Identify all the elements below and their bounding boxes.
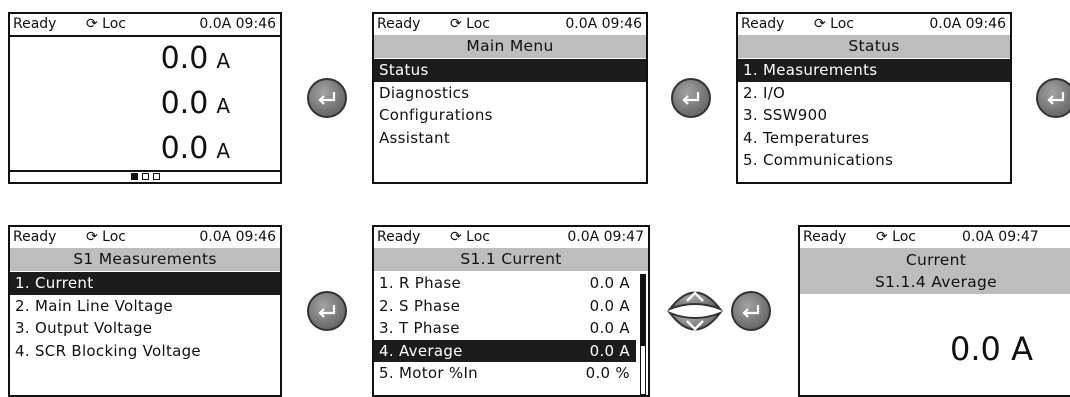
- status-ready: Ready: [13, 229, 57, 245]
- screen-average-detail: Ready ⟳ Loc 0.0A 09:47 Current S1.1.4 Av…: [798, 225, 1070, 397]
- status-current-time: 0.0A 09:46: [565, 16, 642, 32]
- current-value-1: 0.0 A: [160, 41, 230, 76]
- status-bar: Ready ⟳ Loc 0.0A 09:46: [10, 227, 280, 250]
- enter-button[interactable]: [671, 78, 711, 118]
- menu-item-status[interactable]: Status: [374, 59, 646, 82]
- enter-icon: [1047, 92, 1065, 105]
- menu-item-communications[interactable]: 5. Communications: [738, 149, 1010, 172]
- status-current-time: 0.0A 09:47: [962, 229, 1039, 245]
- status-bar: Ready ⟳ Loc 0.0A 09:47: [374, 227, 648, 250]
- status-loc: ⟳ Loc: [450, 229, 490, 245]
- screen-title: Status: [738, 35, 1010, 58]
- menu-item-main-line-voltage[interactable]: 2. Main Line Voltage: [10, 295, 280, 318]
- screen-title: S1.1 Current: [374, 248, 648, 271]
- status-ready: Ready: [741, 16, 785, 32]
- status-current-time: 0.0A 09:46: [929, 16, 1006, 32]
- menu-list: Status Diagnostics Configurations Assist…: [374, 59, 646, 149]
- screen-title: Current: [905, 251, 967, 269]
- status-ready: Ready: [377, 16, 421, 32]
- r-phase-value: 0.0 A: [589, 274, 630, 292]
- enter-button[interactable]: [731, 291, 771, 331]
- scrollbar-thumb[interactable]: [641, 275, 645, 347]
- enter-icon: [682, 92, 700, 105]
- screen-s1-1-current: Ready ⟳ Loc 0.0A 09:47 S1.1 Current 1. R…: [372, 225, 650, 397]
- menu-item-t-phase[interactable]: 3. T Phase 0.0 A: [374, 317, 636, 340]
- menu-item-temperatures[interactable]: 4. Temperatures: [738, 127, 1010, 150]
- menu-item-motor-in[interactable]: 5. Motor %In 0.0 %: [374, 362, 636, 385]
- status-ready: Ready: [13, 16, 57, 32]
- enter-button[interactable]: [1036, 78, 1070, 118]
- status-ready: Ready: [377, 229, 421, 245]
- status-bar: Ready ⟳ Loc 0.0A 09:46: [10, 14, 280, 37]
- up-down-button[interactable]: [666, 282, 724, 340]
- menu-item-current[interactable]: 1. Current: [10, 272, 280, 295]
- t-phase-value: 0.0 A: [589, 319, 630, 337]
- enter-button[interactable]: [307, 291, 347, 331]
- screen-subtitle: S1.1.4 Average: [874, 273, 998, 291]
- screen-s1-measurements: Ready ⟳ Loc 0.0A 09:46 S1 Measurements 1…: [8, 225, 282, 397]
- menu-list: 1. Measurements 2. I/O 3. SSW900 4. Temp…: [738, 59, 1010, 172]
- menu-item-scr-blocking-voltage[interactable]: 4. SCR Blocking Voltage: [10, 340, 280, 363]
- menu-item-s-phase[interactable]: 2. S Phase 0.0 A: [374, 295, 636, 318]
- average-value: 0.0 A: [589, 341, 630, 360]
- status-bar: Ready ⟳ Loc 0.0A 09:46: [374, 14, 646, 37]
- menu-item-output-voltage[interactable]: 3. Output Voltage: [10, 317, 280, 340]
- status-loc: ⟳ Loc: [450, 16, 490, 32]
- menu-item-average[interactable]: 4. Average 0.0 A: [374, 339, 636, 362]
- status-current-time: 0.0A 09:47: [567, 229, 644, 245]
- s-phase-value: 0.0 A: [589, 296, 630, 315]
- menu-item-measurements[interactable]: 1. Measurements: [738, 59, 1010, 82]
- menu-item-ssw900[interactable]: 3. SSW900: [738, 104, 1010, 127]
- status-bar: Ready ⟳ Loc 0.0A 09:47: [800, 227, 1070, 250]
- enter-icon: [742, 305, 760, 318]
- scrollbar[interactable]: [640, 274, 646, 395]
- menu-item-r-phase[interactable]: 1. R Phase 0.0 A: [374, 272, 636, 295]
- status-current-time: 0.0A 09:46: [199, 229, 276, 245]
- enter-icon: [318, 92, 336, 105]
- up-down-arrows-icon: [667, 291, 723, 331]
- motor-in-value: 0.0 %: [585, 364, 630, 382]
- enter-button[interactable]: [307, 78, 347, 118]
- current-value-2: 0.0 A: [160, 86, 230, 121]
- status-loc: ⟳ Loc: [876, 229, 916, 245]
- status-loc: ⟳ Loc: [86, 16, 126, 32]
- page-dot-active: [131, 173, 138, 180]
- menu-list: 1. Current 2. Main Line Voltage 3. Outpu…: [10, 272, 280, 362]
- status-ready: Ready: [803, 229, 847, 245]
- screen-status: Ready ⟳ Loc 0.0A 09:46 Status 1. Measure…: [736, 12, 1012, 184]
- status-loc: ⟳ Loc: [86, 229, 126, 245]
- menu-item-assistant[interactable]: Assistant: [374, 127, 646, 150]
- menu-item-io[interactable]: 2. I/O: [738, 82, 1010, 105]
- enter-icon: [318, 305, 336, 318]
- page-dot: [153, 173, 160, 180]
- screen-title: Main Menu: [374, 35, 646, 58]
- status-current-time: 0.0A 09:46: [199, 16, 276, 32]
- status-bar: Ready ⟳ Loc 0.0A 09:46: [738, 14, 1010, 37]
- screen-home: Ready ⟳ Loc 0.0A 09:46 0.0 A 0.0 A 0.0 A: [8, 12, 282, 184]
- screen-main-menu: Ready ⟳ Loc 0.0A 09:46 Main Menu Status …: [372, 12, 648, 184]
- menu-item-diagnostics[interactable]: Diagnostics: [374, 82, 646, 105]
- page-dot: [142, 173, 149, 180]
- page-indicator-bar: [10, 170, 280, 182]
- average-big-value: 0.0 A: [950, 330, 1033, 368]
- screen-title: S1 Measurements: [10, 248, 280, 271]
- detail-header: Current S1.1.4 Average: [800, 248, 1070, 294]
- current-value-3: 0.0 A: [160, 131, 230, 166]
- status-loc: ⟳ Loc: [814, 16, 854, 32]
- menu-item-configurations[interactable]: Configurations: [374, 104, 646, 127]
- menu-list: 1. R Phase 0.0 A 2. S Phase 0.0 A 3. T P…: [374, 272, 636, 385]
